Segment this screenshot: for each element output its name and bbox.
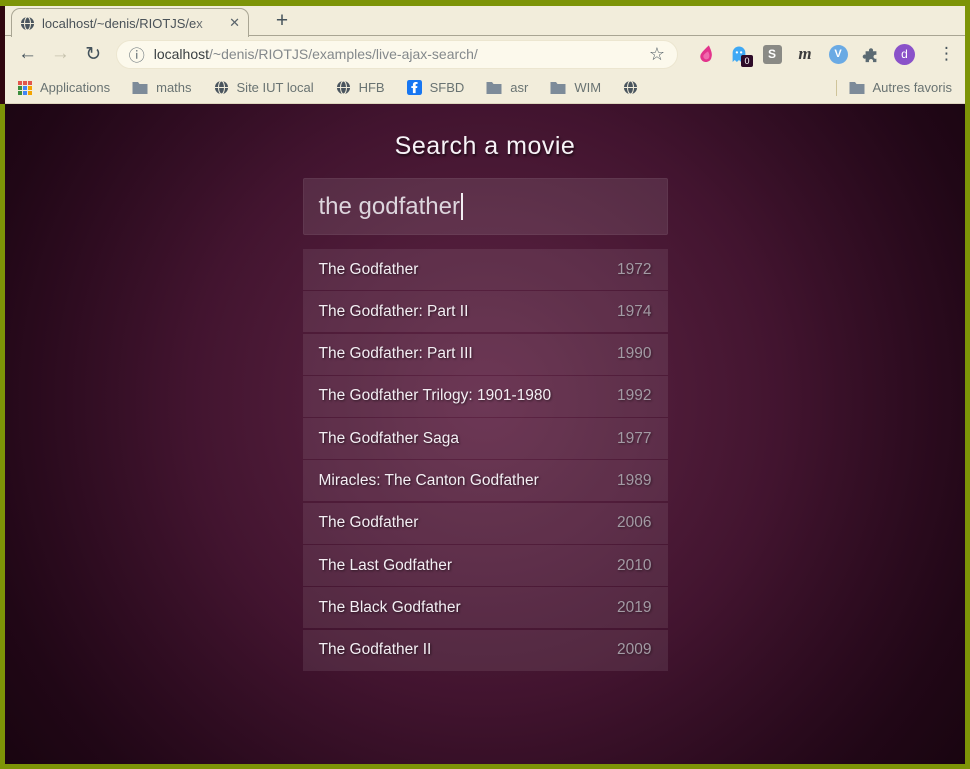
m-letter: m: [798, 44, 811, 64]
result-row[interactable]: The Godfather Saga 1977: [303, 418, 668, 459]
globe-favicon-icon: [20, 16, 35, 31]
ghost-badge: 0: [741, 55, 753, 67]
toolbar: ← → ↻ ⓘ localhost/~denis/RIOTJS/examples…: [5, 36, 965, 72]
result-title: The Black Godfather: [319, 599, 461, 617]
folder-icon: [550, 81, 566, 94]
result-title: The Godfather: [319, 261, 419, 279]
bookmark-site-iut-local[interactable]: Site IUT local: [214, 80, 314, 95]
result-title: The Godfather: Part II: [319, 303, 469, 321]
result-row[interactable]: The Last Godfather 2010: [303, 545, 668, 586]
search-input-value: the godfather: [319, 193, 460, 221]
globe-icon: [214, 80, 229, 95]
result-row[interactable]: The Godfather 1972: [303, 249, 668, 290]
result-row[interactable]: The Godfather II 2009: [303, 630, 668, 671]
bookmark-applications[interactable]: Applications: [18, 80, 110, 95]
back-button[interactable]: ←: [15, 41, 40, 67]
result-row[interactable]: The Black Godfather 2019: [303, 587, 668, 628]
result-year: 1977: [617, 430, 651, 448]
bookmark-label: Site IUT local: [237, 80, 314, 95]
bookmark-sfbd[interactable]: SFBD: [407, 80, 465, 95]
globe-icon: [336, 80, 351, 95]
bookmark-label: asr: [510, 80, 528, 95]
bookmark-label: WIM: [574, 80, 601, 95]
tab-title: localhost/~denis/RIOTJS/ex: [42, 16, 223, 31]
result-row[interactable]: The Godfather: Part II 1974: [303, 291, 668, 332]
tab-localhost[interactable]: localhost/~denis/RIOTJS/ex ✕: [11, 8, 249, 37]
url-text: localhost/~denis/RIOTJS/examples/live-aj…: [154, 46, 641, 62]
result-title: The Godfather: Part III: [319, 345, 473, 363]
folder-icon: [486, 81, 502, 94]
result-year: 2006: [617, 514, 651, 532]
reload-button[interactable]: ↻: [81, 41, 106, 67]
s-extension-icon[interactable]: S: [762, 44, 782, 64]
result-title: The Godfather Saga: [319, 430, 459, 448]
bookmark-unlabeled[interactable]: [623, 80, 638, 95]
pink-flame-extension-icon[interactable]: [696, 44, 716, 64]
result-year: 2019: [617, 599, 651, 617]
browser-window: localhost/~denis/RIOTJS/ex ✕ + ← → ↻ ⓘ l…: [0, 0, 970, 769]
page-viewport: Search a movie the godfather The Godfath…: [5, 104, 965, 764]
bookmark-label: HFB: [359, 80, 385, 95]
bookmark-label: maths: [156, 80, 191, 95]
result-year: 1989: [617, 472, 651, 490]
tab-strip: localhost/~denis/RIOTJS/ex ✕ +: [5, 6, 965, 36]
result-year: 2010: [617, 557, 651, 575]
tab-title-fade: [195, 16, 223, 31]
result-year: 1992: [617, 387, 651, 405]
bookmark-star-icon[interactable]: ☆: [649, 44, 665, 65]
folder-icon: [849, 81, 865, 94]
result-title: The Godfather: [319, 514, 419, 532]
result-year: 1972: [617, 261, 651, 279]
extensions-area: 0 S m V d ⋮: [696, 44, 955, 65]
result-row[interactable]: The Godfather: Part III 1990: [303, 334, 668, 375]
text-caret: [461, 193, 463, 220]
bookmark-maths[interactable]: maths: [132, 80, 191, 95]
puzzle-icon: [862, 45, 880, 63]
result-title: The Godfather II: [319, 641, 432, 659]
result-row[interactable]: Miracles: The Canton Godfather 1989: [303, 460, 668, 501]
result-year: 1974: [617, 303, 651, 321]
result-row[interactable]: The Godfather 2006: [303, 503, 668, 544]
page-info-icon[interactable]: ⓘ: [129, 42, 145, 66]
m-extension-icon[interactable]: m: [795, 44, 815, 64]
search-results-list: The Godfather 1972 The Godfather: Part I…: [303, 249, 668, 671]
bookmarks-bar: Applications maths Site IUT local: [5, 72, 965, 104]
address-bar[interactable]: ⓘ localhost/~denis/RIOTJS/examples/live-…: [116, 40, 678, 69]
apps-grid-icon: [18, 81, 32, 95]
v-extension-icon[interactable]: V: [828, 44, 848, 64]
result-title: The Godfather Trilogy: 1901-1980: [319, 387, 552, 405]
result-title: The Last Godfather: [319, 557, 453, 575]
bookmark-wim[interactable]: WIM: [550, 80, 601, 95]
result-title: Miracles: The Canton Godfather: [319, 472, 539, 490]
other-bookmarks-label: Autres favoris: [873, 80, 952, 95]
bookmark-asr[interactable]: asr: [486, 80, 528, 95]
extensions-puzzle-icon[interactable]: [861, 44, 881, 64]
bookmark-label: SFBD: [430, 80, 465, 95]
tab-close-icon[interactable]: ✕: [229, 15, 240, 31]
bookmark-label: Applications: [40, 80, 110, 95]
browser-menu-icon[interactable]: ⋮: [938, 44, 955, 64]
profile-avatar[interactable]: d: [894, 44, 915, 65]
folder-icon: [132, 81, 148, 94]
browser-chrome: localhost/~denis/RIOTJS/ex ✕ + ← → ↻ ⓘ l…: [5, 6, 965, 104]
other-bookmarks-button[interactable]: Autres favoris: [849, 80, 952, 95]
flame-icon: [698, 45, 714, 63]
result-year: 1990: [617, 345, 651, 363]
s-letter: S: [763, 45, 782, 64]
result-row[interactable]: The Godfather Trilogy: 1901-1980 1992: [303, 376, 668, 417]
globe-icon: [623, 80, 638, 95]
bookmarks-divider: [836, 80, 837, 96]
search-input[interactable]: the godfather: [303, 178, 668, 235]
page-title: Search a movie: [5, 132, 965, 161]
new-tab-button[interactable]: +: [267, 8, 297, 34]
ghost-extension-icon[interactable]: 0: [729, 44, 749, 64]
forward-button[interactable]: →: [48, 41, 73, 67]
v-letter: V: [829, 45, 848, 64]
bookmarks-right: Autres favoris: [836, 80, 952, 96]
bookmark-hfb[interactable]: HFB: [336, 80, 385, 95]
result-year: 2009: [617, 641, 651, 659]
facebook-icon: [407, 80, 422, 95]
